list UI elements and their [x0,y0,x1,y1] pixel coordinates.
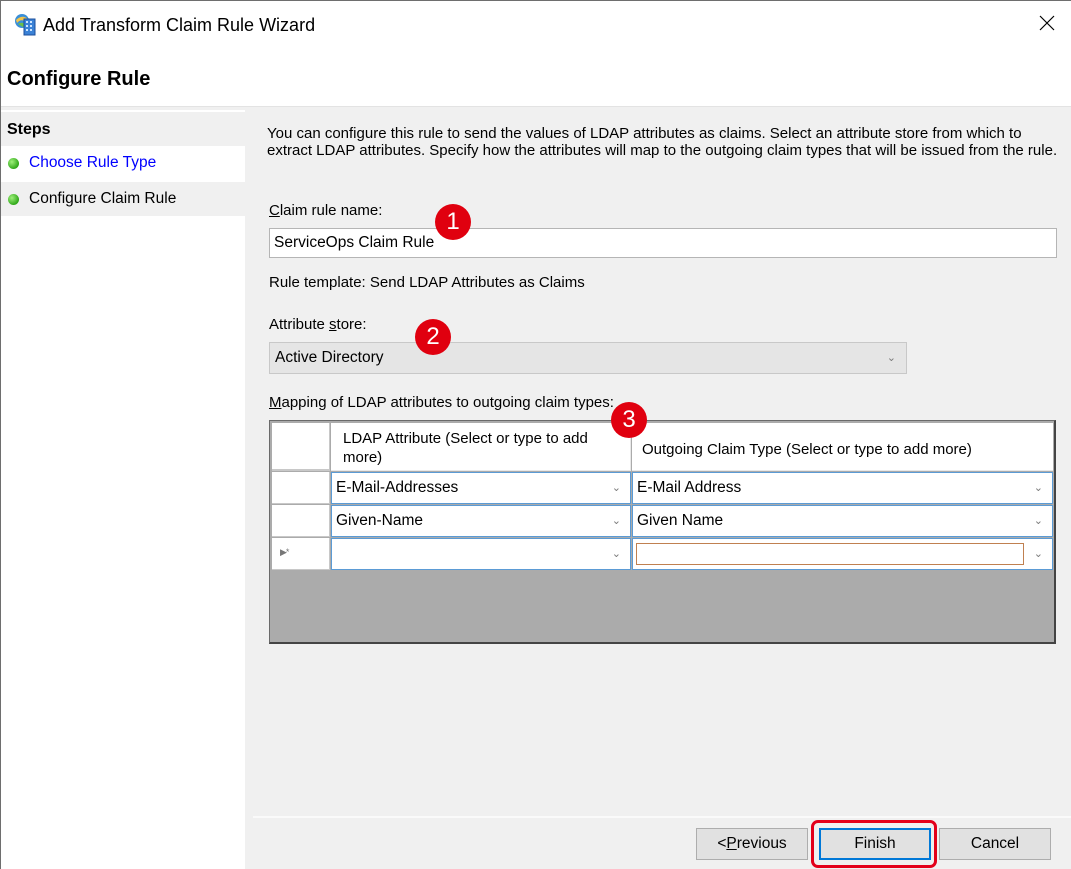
app-wizard-icon [13,12,37,36]
cell-value: Given Name [637,512,724,529]
cancel-button[interactable]: Cancel [939,828,1051,860]
label-pre: Attribute [269,316,330,333]
content-pane: You can configure this rule to send the … [253,111,1071,817]
mnemonic-m: M [269,394,282,411]
chevron-down-icon[interactable]: ⌄ [612,506,621,536]
close-button[interactable] [1023,1,1071,49]
annotation-badge-3: 3 [611,402,647,438]
step-complete-icon [8,157,19,169]
attribute-store-value: Active Directory [275,349,384,366]
cell-value: E-Mail-Addresses [336,479,459,496]
outgoing-claim-type-cell[interactable]: Given Name ⌄ [632,505,1053,537]
mnemonic-p: P [726,835,737,852]
claim-rule-name-label: Claim rule name: [269,202,382,219]
label-rest: laim rule name: [279,202,383,219]
row-header[interactable] [272,472,330,504]
chevron-down-icon[interactable]: ⌄ [1034,506,1043,536]
column-header-ldap-attribute[interactable]: LDAP Attribute (Select or type to add mo… [331,423,631,471]
title-bar: Add Transform Claim Rule Wizard [1,1,1071,51]
steps-heading: Steps [1,112,246,146]
step-choose-rule-type[interactable]: Choose Rule Type [1,146,246,180]
step-label: Configure Claim Rule [29,190,177,207]
mnemonic-s: s [329,316,337,333]
btn-label-post: revious [736,835,787,852]
grid-corner-header[interactable] [272,423,330,471]
chevron-down-icon[interactable]: ⌄ [1034,539,1043,569]
description-text: You can configure this rule to send the … [267,125,1058,159]
focused-edit-box[interactable] [636,543,1024,565]
new-row-header[interactable]: ▶* [272,538,330,570]
steps-sidebar: Steps Choose Rule Type Configure Claim R… [1,110,248,869]
mnemonic-c: C [269,202,280,219]
steps-heading-label: Steps [7,121,51,138]
chevron-down-icon: ⌄ [886,352,896,364]
rule-template-text: Rule template: Send LDAP Attributes as C… [269,274,585,291]
outgoing-claim-type-cell[interactable]: E-Mail Address ⌄ [632,472,1053,504]
step-label[interactable]: Choose Rule Type [29,154,156,172]
ldap-attribute-cell-new[interactable]: ⌄ [331,538,631,570]
chevron-down-icon[interactable]: ⌄ [1034,473,1043,503]
wizard-footer: < Previous Finish Cancel [253,816,1071,869]
step-current-icon [8,193,19,205]
annotation-badge-1: 1 [435,204,471,240]
attribute-store-label: Attribute store: [269,316,367,333]
finish-button[interactable]: Finish [819,828,931,860]
btn-label-pre: < [717,835,727,852]
window-title: Add Transform Claim Rule Wizard [43,15,316,35]
label-post: tore: [336,316,367,333]
column-header-outgoing-claim-type[interactable]: Outgoing Claim Type (Select or type to a… [632,423,1053,471]
step-configure-claim-rule: Configure Claim Rule [1,182,246,216]
outgoing-claim-type-cell-new[interactable]: ⌄ [632,538,1053,570]
previous-button[interactable]: < Previous [696,828,808,860]
annotation-badge-2: 2 [415,319,451,355]
page-title: Configure Rule [7,68,151,90]
cell-value: Given-Name [336,512,423,529]
chevron-down-icon[interactable]: ⌄ [612,539,621,569]
claim-rule-name-input[interactable]: ServiceOps Claim Rule [269,228,1057,258]
wizard-header: Configure Rule [1,51,1071,107]
ldap-attribute-cell[interactable]: E-Mail-Addresses ⌄ [331,472,631,504]
new-row-icon: ▶* [280,547,289,557]
mapping-label: Mapping of LDAP attributes to outgoing c… [269,394,614,411]
cell-value: E-Mail Address [637,479,742,496]
ldap-attribute-cell[interactable]: Given-Name ⌄ [331,505,631,537]
mapping-grid[interactable]: LDAP Attribute (Select or type to add mo… [269,420,1056,644]
attribute-store-select[interactable]: Active Directory ⌄ [269,342,907,374]
close-icon [1039,15,1055,35]
row-header[interactable] [272,505,330,537]
chevron-down-icon[interactable]: ⌄ [612,473,621,503]
label-rest: apping of LDAP attributes to outgoing cl… [281,394,614,411]
wizard-window: Add Transform Claim Rule Wizard Configur… [0,0,1071,869]
